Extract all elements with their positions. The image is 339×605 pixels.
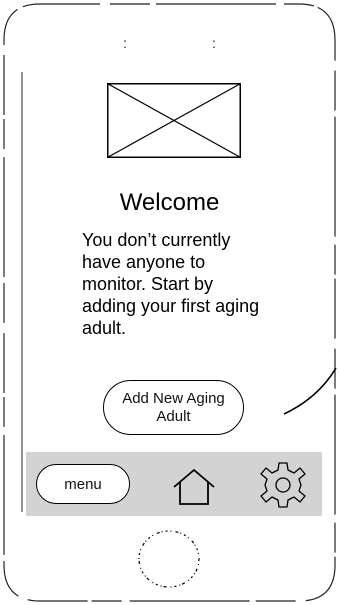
menu-button-label: menu bbox=[64, 475, 102, 493]
empty-state-message: You don’t currently have anyone to monit… bbox=[82, 230, 260, 338]
bottom-tab-bar: menu bbox=[26, 452, 322, 516]
home-icon[interactable] bbox=[172, 468, 216, 506]
status-indicator-right: : bbox=[212, 35, 216, 51]
home-button-icon[interactable] bbox=[136, 528, 202, 590]
add-button-label: Add New Aging Adult bbox=[122, 389, 225, 425]
menu-button[interactable]: menu bbox=[36, 464, 130, 504]
status-indicator-left: : bbox=[123, 35, 127, 51]
decorative-curve bbox=[283, 367, 337, 415]
image-placeholder-icon bbox=[107, 83, 241, 158]
gear-icon[interactable] bbox=[258, 460, 308, 510]
welcome-title: Welcome bbox=[119, 189, 220, 216]
phone-screen: : : Welcome You don’t currently have any… bbox=[0, 0, 339, 605]
add-new-aging-adult-button[interactable]: Add New Aging Adult bbox=[103, 380, 244, 435]
